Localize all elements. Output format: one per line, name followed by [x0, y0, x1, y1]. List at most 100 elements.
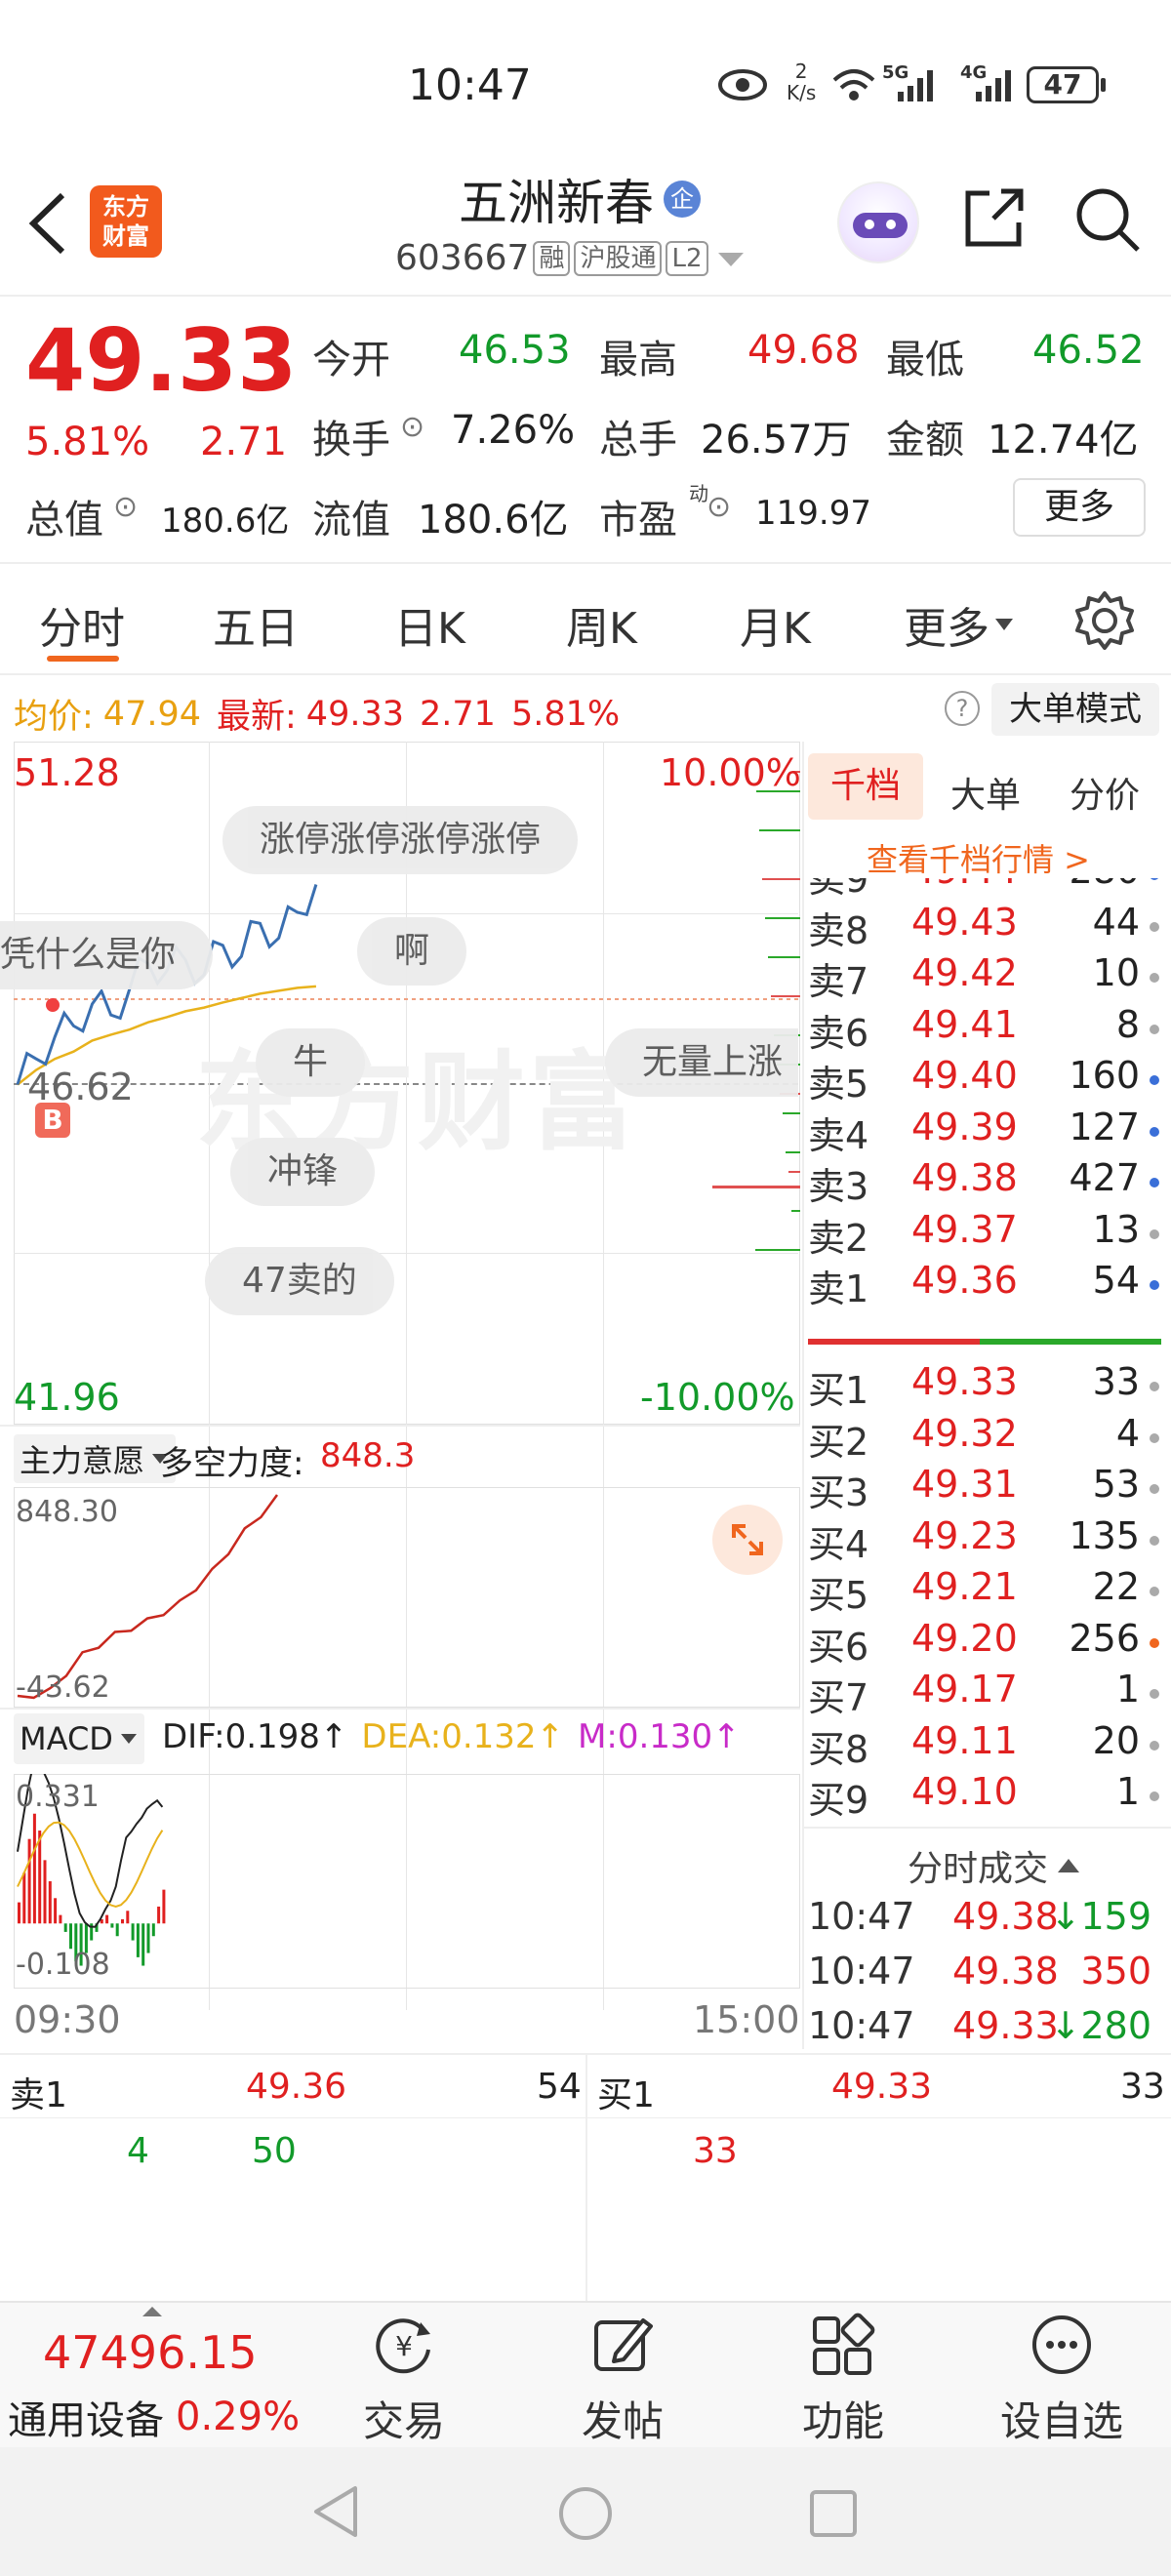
bid-row[interactable]: 买8 49.11 20: [808, 1718, 1161, 1771]
indicator-selector[interactable]: 主力意愿: [14, 1434, 177, 1483]
volume-bar: [783, 1112, 800, 1114]
status-bar: 10:47 2 K/s 5G 4G 47: [0, 0, 1171, 166]
net-speed: 2 K/s: [787, 60, 817, 104]
more-button[interactable]: 更多: [1013, 478, 1146, 537]
bottom-sell-queue-2: 50: [252, 2131, 297, 2171]
nav-add-watchlist[interactable]: 设自选: [984, 2313, 1140, 2448]
level-volume: 280: [1069, 878, 1140, 892]
level-price: 49.17: [911, 1668, 1018, 1711]
asks-list: 卖9 49.44 280 卖8 49.43 44 卖7 49.42 10 卖6 49.41 8 卖5 49…: [806, 878, 1169, 1308]
bid-row[interactable]: 买1 49.33 33: [808, 1360, 1161, 1412]
macd-bar: [38, 1831, 42, 1924]
tab-daily-k[interactable]: 日K: [394, 593, 465, 656]
assistant-avatar[interactable]: [837, 181, 919, 263]
level-label: 买1: [808, 1369, 869, 1412]
level-dot: [1150, 1280, 1159, 1290]
tick-volume: 280: [1080, 2004, 1151, 2047]
search-icon[interactable]: [1073, 185, 1142, 254]
back-icon[interactable]: [23, 189, 72, 258]
ticks-header[interactable]: 分时成交: [908, 1840, 1081, 1891]
ask-row[interactable]: 卖3 49.38 427: [808, 1156, 1161, 1208]
amount-label: 金额: [886, 418, 964, 463]
bottom-buy-vol: 33: [1120, 2067, 1165, 2107]
level-dot: [1150, 1637, 1159, 1648]
ask-row[interactable]: 卖1 49.36 54: [808, 1259, 1161, 1308]
macd-bar: [121, 1918, 124, 1924]
macd-bar: [63, 1923, 67, 1932]
last-price: 49.33: [25, 310, 298, 411]
bottom-sell-queue-1: 4: [127, 2131, 149, 2171]
yen-refresh-icon: ¥: [376, 2318, 430, 2374]
ask-row[interactable]: 卖2 49.37 13: [808, 1207, 1161, 1260]
recents-square-icon[interactable]: [806, 2486, 861, 2541]
macd-bar: [43, 1860, 47, 1924]
tick-time: 10:47: [808, 1950, 915, 1992]
bids-list: 买1 49.33 33 买2 49.32 4 买3 49.31 53 买4 49.23 135 买5 49…: [806, 1360, 1169, 1829]
big-order-mode-button[interactable]: 大单模式: [991, 683, 1159, 736]
ask-row[interactable]: 卖4 49.39 127: [808, 1106, 1161, 1157]
tab-more[interactable]: 更多: [904, 593, 1015, 656]
nav-post[interactable]: 发帖: [545, 2313, 701, 2448]
macd-bar: [69, 1923, 72, 1950]
level-volume: 33: [1092, 1360, 1140, 1403]
macd-bar: [157, 1906, 161, 1924]
volume-bar: [712, 1186, 800, 1188]
pe-value: 119.97: [755, 494, 871, 533]
level-volume: 8: [1115, 1002, 1140, 1046]
info-icon-2[interactable]: ⊙: [113, 490, 138, 524]
info-icon-3[interactable]: ⊙: [707, 490, 731, 524]
level-label: 买7: [808, 1676, 869, 1719]
level-label: 卖1: [808, 1268, 869, 1308]
indicator-chart-svg: [17, 1494, 279, 1700]
level-label: 卖5: [808, 1063, 869, 1106]
bid-row[interactable]: 买9 49.10 1: [808, 1770, 1161, 1822]
index-value[interactable]: 47496.15: [43, 2326, 258, 2379]
bid-row[interactable]: 买6 49.20 256: [808, 1616, 1161, 1669]
bid-row[interactable]: 买4 49.23 135: [808, 1513, 1161, 1566]
tab-big-order[interactable]: 大单: [950, 767, 1021, 818]
nav-trade[interactable]: ¥ 交易: [326, 2313, 482, 2448]
ask-row[interactable]: 卖6 49.41 8: [808, 1002, 1161, 1055]
level-label: 卖9: [808, 878, 869, 901]
macd-selector[interactable]: MACD: [14, 1713, 144, 1764]
bid-row[interactable]: 买7 49.17 1: [808, 1668, 1161, 1719]
sector-line[interactable]: 通用设备 0.29%: [8, 2389, 300, 2445]
level-volume: 20: [1092, 1718, 1140, 1762]
open-value: 46.53: [459, 328, 571, 373]
info-icon[interactable]: ⊙: [400, 410, 424, 444]
pct-axis-bottom: -10.00%: [640, 1376, 795, 1419]
ask-row[interactable]: 卖9 49.44 280: [808, 878, 1161, 901]
divider: [802, 1827, 1171, 1829]
share-icon[interactable]: [960, 183, 1029, 252]
view-thousand-link[interactable]: 查看千档行情 >: [867, 835, 1090, 880]
expand-button[interactable]: [712, 1505, 783, 1575]
macd-chart-svg: [17, 1774, 166, 1966]
level-dot: [1150, 1126, 1159, 1137]
stock-code-line[interactable]: 603667 融 沪股通 L2: [395, 238, 746, 278]
level-volume: 135: [1069, 1513, 1140, 1557]
level-volume: 256: [1069, 1616, 1140, 1660]
tab-monthly-k[interactable]: 月K: [740, 593, 811, 656]
settings-icon[interactable]: [1073, 589, 1136, 652]
bid-row[interactable]: 买5 49.21 22: [808, 1565, 1161, 1617]
home-circle-icon[interactable]: [556, 2484, 615, 2543]
tab-intraday[interactable]: 分时: [39, 593, 125, 656]
level-volume: 13: [1092, 1207, 1140, 1251]
macd-bar: [126, 1911, 130, 1924]
divider: [0, 1708, 800, 1710]
help-icon[interactable]: ?: [945, 691, 980, 726]
macd-bar: [48, 1880, 52, 1924]
level-price: 49.37: [911, 1207, 1018, 1251]
back-triangle-icon[interactable]: [308, 2482, 363, 2541]
ask-row[interactable]: 卖7 49.42 10: [808, 951, 1161, 1003]
bid-row[interactable]: 买3 49.31 53: [808, 1463, 1161, 1514]
nav-functions[interactable]: 功能: [765, 2313, 921, 2448]
svg-text:¥: ¥: [395, 2330, 413, 2362]
tab-price-dist[interactable]: 分价: [1070, 767, 1140, 818]
tab-weekly-k[interactable]: 周K: [566, 593, 637, 656]
tab-thousand-level[interactable]: 千档: [808, 753, 923, 820]
ask-row[interactable]: 卖5 49.40 160: [808, 1054, 1161, 1106]
bid-row[interactable]: 买2 49.32 4: [808, 1412, 1161, 1464]
ask-row[interactable]: 卖8 49.43 44: [808, 901, 1161, 952]
tab-five-day[interactable]: 五日: [213, 593, 299, 656]
